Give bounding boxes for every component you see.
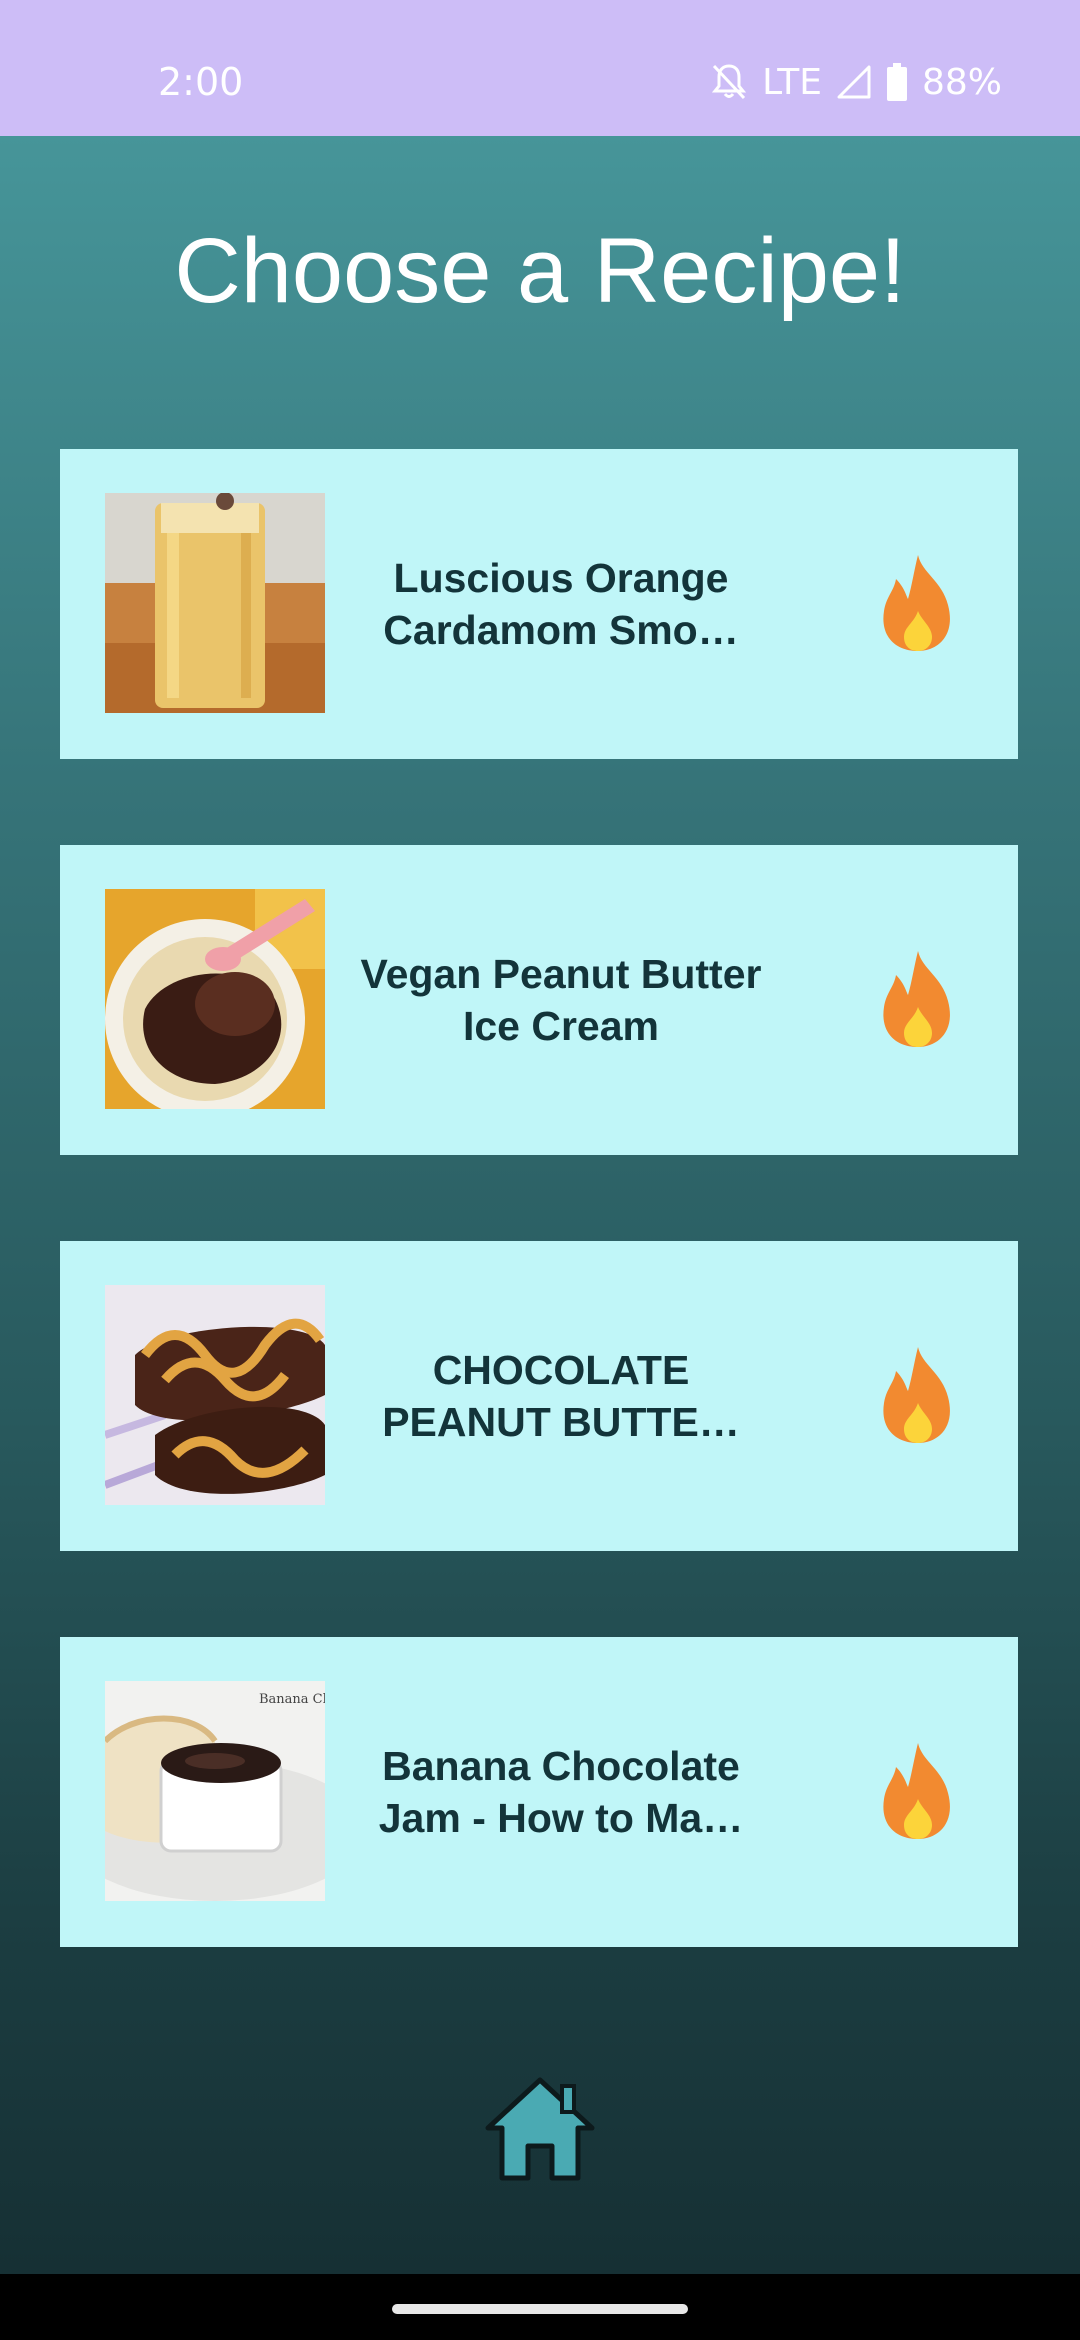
battery-icon — [886, 63, 908, 101]
home-button[interactable] — [484, 2074, 596, 2186]
gesture-handle[interactable] — [392, 2304, 688, 2314]
recipe-thumbnail — [105, 889, 325, 1109]
status-bar: 2:00 LTE 88% — [0, 0, 1080, 136]
recipe-card[interactable]: CHOCOLATE PEANUT BUTTE… — [60, 1241, 1018, 1551]
fire-icon — [878, 949, 958, 1049]
recipe-title: Luscious Orange Cardamom Smo… — [383, 555, 739, 653]
recipe-list-screen: Choose a Recipe! Luscious Orange Cardamo… — [0, 136, 1080, 2274]
signal-icon — [836, 64, 872, 100]
status-time: 2:00 — [158, 60, 244, 104]
recipe-card[interactable]: Luscious Orange Cardamom Smo… — [60, 449, 1018, 759]
recipe-title: CHOCOLATE PEANUT BUTTE… — [382, 1347, 740, 1445]
notifications-off-icon — [710, 62, 748, 102]
recipe-title: Banana Chocolate Jam - How to Ma… — [378, 1743, 744, 1841]
recipe-card[interactable]: Vegan Peanut Butter Ice Cream — [60, 845, 1018, 1155]
system-navigation-bar — [0, 2274, 1080, 2340]
fire-icon — [878, 1741, 958, 1841]
status-icons: LTE 88% — [710, 58, 1002, 106]
thumbnail-text: Banana Ch — [259, 1692, 325, 1707]
fire-icon — [878, 1345, 958, 1445]
recipe-thumbnail — [105, 1285, 325, 1505]
fire-icon — [878, 553, 958, 653]
home-icon — [484, 2077, 596, 2190]
recipe-thumbnail — [105, 493, 325, 713]
page-title: Choose a Recipe! — [174, 220, 906, 322]
battery-level: 88% — [921, 61, 1002, 103]
recipe-thumbnail: Banana Ch — [105, 1681, 325, 1901]
recipe-title: Vegan Peanut Butter Ice Cream — [360, 951, 762, 1049]
recipe-card[interactable]: Banana Ch Banana Chocolate Jam - How to … — [60, 1637, 1018, 1947]
network-type: LTE — [762, 61, 822, 103]
